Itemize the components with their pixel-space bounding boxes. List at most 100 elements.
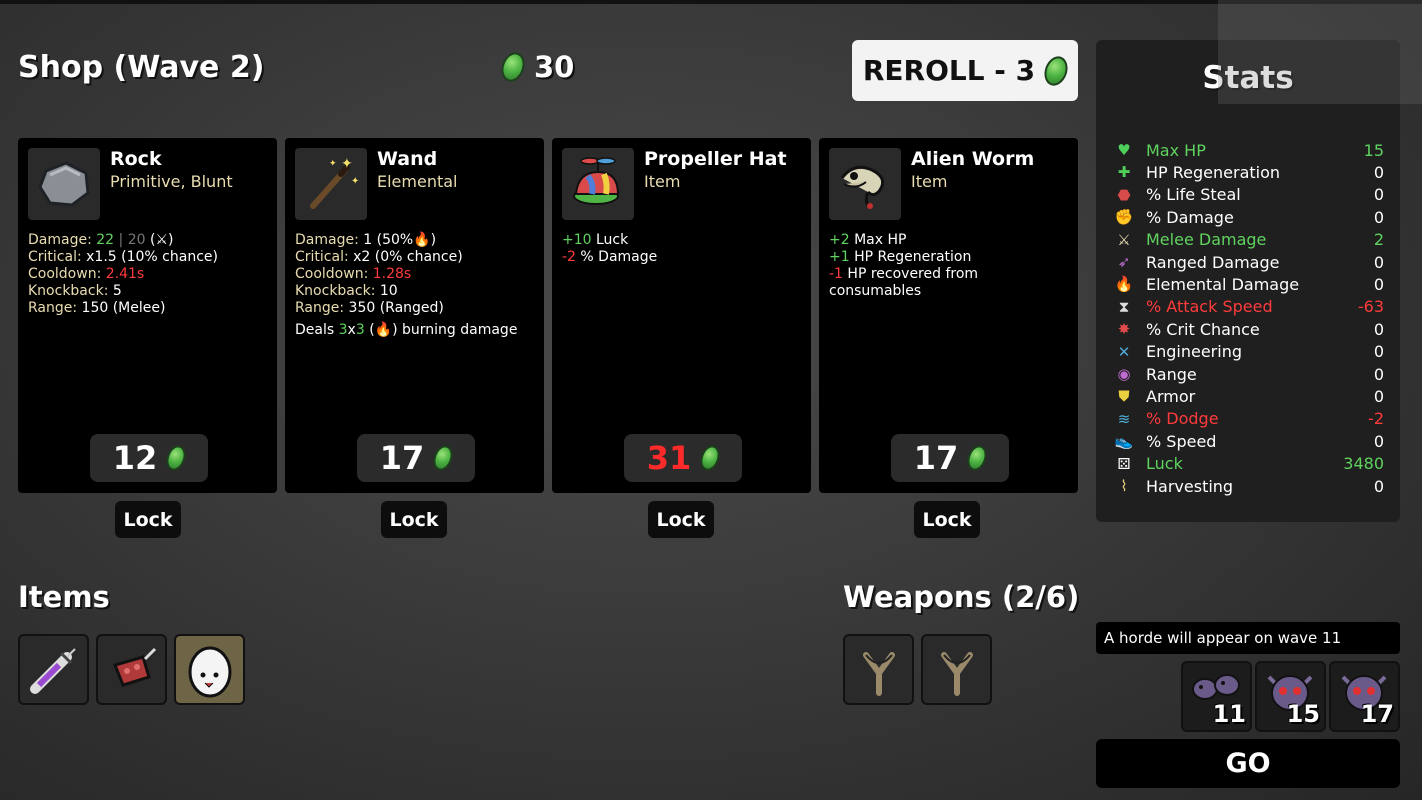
stat-line-part: 150 (Melee) — [77, 300, 166, 316]
lock-button[interactable]: Lock — [381, 501, 447, 538]
stat-row[interactable]: ⬣ % Life Steal 0 — [1114, 184, 1384, 206]
card-stat-line: Range: 350 (Ranged) — [295, 300, 536, 317]
slingshot-icon[interactable] — [921, 634, 992, 705]
range-icon: ◉ — [1117, 365, 1131, 383]
card-stat-line: Damage: 1 (50%🔥) — [295, 232, 536, 249]
shop-card[interactable]: Rock Primitive, Blunt Damage: 22 | 20 (⚔… — [18, 138, 277, 493]
svg-text:✦: ✦ — [341, 156, 353, 172]
stat-label: Ranged Damage — [1146, 252, 1280, 272]
horned-skull-icon: 17 — [1329, 661, 1400, 732]
harvesting-icon: ⌇ — [1120, 477, 1128, 495]
card-stat-line: Range: 150 (Melee) — [28, 300, 269, 317]
stat-line-part: -1 — [829, 266, 843, 282]
stat-value: 0 — [1373, 386, 1384, 406]
stat-line-part: x — [347, 322, 356, 338]
lock-button[interactable]: Lock — [648, 501, 714, 538]
stat-line-part: +10 — [562, 232, 592, 248]
stat-row[interactable]: ⚔ Melee Damage 2 — [1114, 229, 1384, 251]
stat-label: % Life Steal — [1146, 185, 1241, 205]
stat-row[interactable]: 👟 % Speed 0 — [1114, 430, 1384, 452]
stat-label: Armor — [1146, 386, 1196, 406]
stat-row[interactable]: ✸ % Crit Chance 0 — [1114, 318, 1384, 340]
price-tag[interactable]: 31 — [624, 434, 742, 482]
card-stat-line: Cooldown: 1.28s — [295, 266, 536, 283]
stat-line-label: Cooldown: — [28, 266, 102, 282]
wand-icon: ✦ ✦ ✦ — [295, 148, 367, 220]
card-stat-line: Cooldown: 2.41s — [28, 266, 269, 283]
price-value: 31 — [646, 439, 692, 477]
stats-panel: Stats ♥ Max HP 15 ✚ HP Regeneration 0 ⬣% Life … — [1096, 40, 1400, 522]
stat-row[interactable]: ✚ HP Regeneration 0 — [1114, 161, 1384, 183]
ranged-icon: ➶ — [1117, 253, 1131, 271]
slingshot-icon[interactable] — [843, 634, 914, 705]
stat-row[interactable]: 🔥 Elemental Damage 0 — [1114, 273, 1384, 295]
stat-label: Harvesting — [1146, 476, 1234, 496]
stat-line-part: x2 (0% chance) — [348, 249, 463, 265]
stat-row[interactable]: ≋ % Dodge -2 — [1114, 408, 1384, 430]
shop-card[interactable]: ✦ ✦ ✦ Wand Elemental Damage: 1 (50%🔥) Criti… — [285, 138, 544, 493]
card-stat-line: Critical: x1.5 (10% chance) — [28, 249, 269, 266]
card-stat-line: Knockback: 10 — [295, 283, 536, 300]
stat-row[interactable]: ✕ Engineering 0 — [1114, 341, 1384, 363]
stat-line-part: Luck — [591, 232, 629, 248]
stat-line-label: Knockback: — [295, 283, 376, 299]
reroll-button[interactable]: REROLL - 3 — [852, 40, 1078, 101]
card-type: Item — [644, 172, 681, 191]
go-button[interactable]: GO — [1096, 739, 1400, 788]
stat-label: % Damage — [1146, 207, 1234, 227]
stat-value: -63 — [1357, 297, 1384, 317]
stat-value: 0 — [1373, 274, 1384, 294]
stat-label: Max HP — [1146, 140, 1206, 160]
stat-line-part: 1.28s — [372, 266, 412, 282]
price-tag[interactable]: 17 — [357, 434, 475, 482]
stat-line-label: Knockback: — [28, 283, 109, 299]
stat-row[interactable]: ➶ Ranged Damage 0 — [1114, 251, 1384, 273]
stat-line-part: (🔥) burning damage — [364, 322, 518, 338]
stat-row[interactable]: ⛊ Armor 0 — [1114, 385, 1384, 407]
life-steal-icon: ⬣ — [1117, 185, 1131, 204]
propeller-hat-icon — [562, 148, 634, 220]
gold-amount: 30 — [534, 50, 575, 84]
stat-row[interactable]: ⌇ Harvesting 0 — [1114, 475, 1384, 497]
shop-card[interactable]: Alien Worm Item +2 Max HP +1 HP Regenerat… — [819, 138, 1078, 493]
egg-icon[interactable] — [174, 634, 245, 705]
stat-row[interactable]: ⧗ % Attack Speed -63 — [1114, 296, 1384, 318]
shop-card[interactable]: Propeller Hat Item +10 Luck -2 % Damage 3… — [552, 138, 811, 493]
meat-icon[interactable] — [96, 634, 167, 705]
stat-row[interactable]: ⚄ Luck 3480 — [1114, 453, 1384, 475]
stat-line-label: Range: — [28, 300, 78, 316]
stat-row[interactable]: ✊ % Damage 0 — [1114, 206, 1384, 228]
page-title: Shop (Wave 2) — [18, 50, 265, 85]
lock-button[interactable]: Lock — [115, 501, 181, 538]
card-stats: +2 Max HP +1 HP Regeneration -1 HP recover… — [829, 232, 1070, 300]
os-notification-overlay — [1218, 0, 1422, 104]
stat-row[interactable]: ♥ Max HP 15 — [1114, 139, 1384, 161]
stat-line-part: +2 — [829, 232, 850, 248]
card-stat-line: +2 Max HP — [829, 232, 1070, 249]
stat-line-part: 3 — [338, 322, 348, 338]
price-tag[interactable]: 17 — [891, 434, 1009, 482]
stat-value: 0 — [1373, 476, 1384, 496]
stat-line-part: x1.5 (10% chance) — [81, 249, 218, 265]
lock-button[interactable]: Lock — [914, 501, 980, 538]
items-title: Items — [18, 580, 110, 614]
reroll-label: REROLL - 3 — [862, 54, 1036, 87]
stat-value: 0 — [1373, 342, 1384, 362]
stat-line-part: HP Regeneration — [849, 249, 972, 265]
stat-line-part: 22 — [96, 232, 115, 248]
stat-value: 15 — [1363, 140, 1384, 160]
syringe-icon[interactable] — [18, 634, 89, 705]
stat-line-label: Range: — [295, 300, 345, 316]
stat-row[interactable]: ◉ Range 0 — [1114, 363, 1384, 385]
armor-icon: ⛊ — [1118, 387, 1130, 406]
weapons-title: Weapons (2/6) — [843, 580, 1080, 614]
rock-icon — [28, 148, 100, 220]
price-tag[interactable]: 12 — [90, 434, 208, 482]
card-stat-line: -1 HP recovered from — [829, 266, 1070, 283]
stat-line-part: Deals — [295, 322, 339, 338]
material-coin-icon — [430, 442, 457, 474]
material-coin-icon — [964, 442, 991, 474]
card-type: Primitive, Blunt — [110, 172, 233, 191]
horde-wave-number: 15 — [1286, 700, 1320, 728]
price-value: 17 — [913, 439, 959, 477]
